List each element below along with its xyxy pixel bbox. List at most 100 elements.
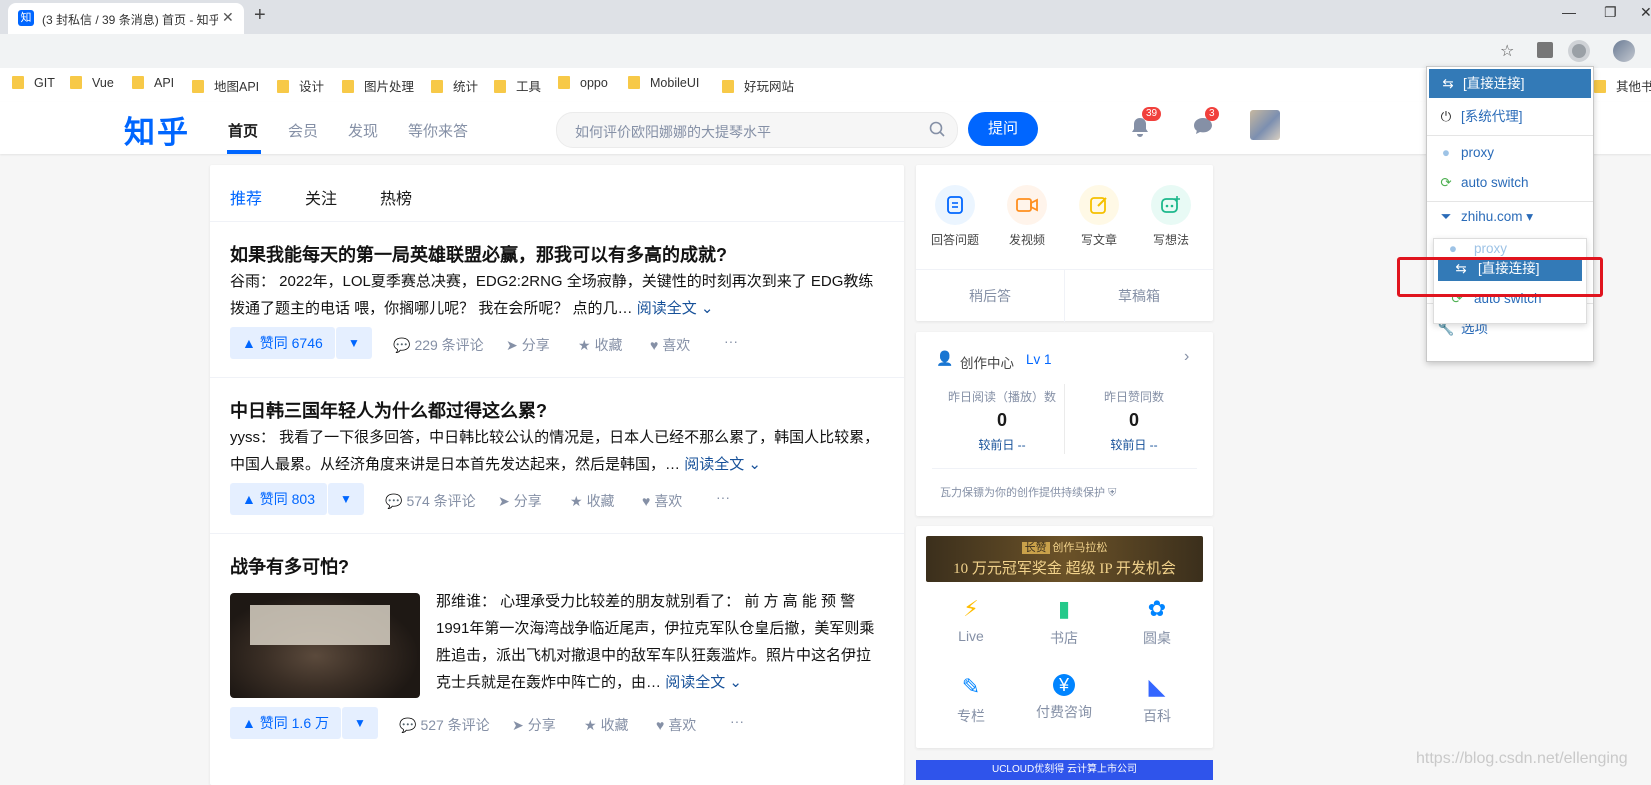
zhihu-logo[interactable]: 知乎 (124, 107, 190, 152)
close-window-icon[interactable]: ✕ (1640, 4, 1651, 21)
star-icon[interactable]: ☆ (1500, 41, 1514, 61)
read-more-link[interactable]: 阅读全文 ⌄ (684, 456, 761, 473)
paid-consult-link[interactable]: ¥ 付费咨询 (1019, 674, 1109, 722)
proxy-extension-icon[interactable] (1568, 40, 1590, 62)
more-button[interactable]: ··· (716, 489, 730, 505)
nav-discover[interactable]: 发现 (348, 120, 378, 141)
read-count-label: 昨日阅读（播放）数 (947, 390, 1056, 404)
upvote-button[interactable]: ▲ 赞同 803 (230, 483, 327, 515)
close-tab-icon[interactable]: ✕ (222, 9, 234, 26)
like-button[interactable]: ♥ 喜欢 (650, 335, 690, 355)
bookmark-oppo[interactable]: oppo (558, 76, 608, 90)
nav-waiting[interactable]: 等你来答 (408, 120, 468, 141)
bookmark-design[interactable]: 设计 (277, 76, 324, 95)
tab-hot[interactable]: 热榜 (380, 185, 412, 209)
address-bar: ☆ (0, 34, 1651, 68)
comments-button[interactable]: 💬 229 条评论 (393, 335, 484, 355)
collect-button[interactable]: ★ 收藏 (570, 491, 615, 511)
answer-later-button[interactable]: 稍后答 (916, 286, 1064, 306)
flower-icon: ✿ (1147, 596, 1167, 621)
collect-button[interactable]: ★ 收藏 (584, 715, 629, 735)
search-input[interactable]: 如何评价欧阳娜娜的大提琴水平 (556, 112, 958, 148)
creator-title: 创作中心 (960, 356, 1014, 371)
write-thought-button[interactable]: 写想法 (1136, 185, 1206, 248)
search-placeholder: 如何评价欧阳娜娜的大提琴水平 (575, 124, 771, 140)
folder-icon (494, 80, 506, 93)
answer-thumbnail-image[interactable] (230, 593, 420, 698)
menu-item-direct[interactable]: ⇆ [直接连接] (1429, 69, 1591, 98)
tab-follow[interactable]: 关注 (305, 185, 337, 209)
search-icon[interactable] (929, 121, 945, 137)
creator-center-card[interactable]: 👤 创作中心 Lv 1 › 昨日阅读（播放）数 0 较前日 -- 昨日赞同数 0… (916, 332, 1213, 516)
comments-button[interactable]: 💬 574 条评论 (385, 491, 476, 511)
like-button[interactable]: ♥ 喜欢 (642, 491, 682, 511)
minimize-icon[interactable]: — (1562, 4, 1576, 20)
bookmark-api[interactable]: API (132, 76, 174, 90)
menu-item-system-proxy[interactable]: ⏻ [系统代理] (1427, 101, 1593, 133)
new-tab-button[interactable]: + (254, 4, 266, 27)
answer-icon (935, 185, 975, 225)
answer-excerpt[interactable]: 那维谁： 心理承受力比较差的朋友就别看了： 前 方 高 能 预 警 1991年第… (436, 588, 882, 696)
bookmark-fun[interactable]: 好玩网站 (722, 76, 794, 95)
refresh-icon: ⟳ (1440, 175, 1452, 190)
user-avatar[interactable] (1250, 110, 1280, 140)
column-link[interactable]: ✎ 专栏 (926, 674, 1016, 726)
question-title[interactable]: 战争有多可怕? (230, 553, 349, 579)
folder-icon (722, 80, 734, 93)
nav-vip[interactable]: 会员 (288, 120, 318, 141)
upvote-button[interactable]: ▲ 赞同 1.6 万 (230, 707, 341, 739)
bookmark-tools[interactable]: 工具 (494, 76, 541, 95)
read-more-link[interactable]: 阅读全文 ⌄ (637, 300, 714, 317)
like-button[interactable]: ♥ 喜欢 (656, 715, 696, 735)
read-more-link[interactable]: 阅读全文 ⌄ (665, 674, 742, 691)
upvote-button[interactable]: ▲ 赞同 6746 (230, 327, 335, 359)
menu-item-auto-switch[interactable]: ⟳ auto switch (1427, 167, 1593, 199)
bookstore-link[interactable]: ▮ 书店 (1019, 596, 1109, 648)
ucloud-ad-banner[interactable]: UCLOUD优刻得 云计算上市公司 (916, 760, 1213, 780)
folder-icon (431, 80, 443, 93)
bookmark-others[interactable]: 其他书签 (1594, 76, 1651, 95)
share-button[interactable]: ➤ 分享 (498, 491, 542, 511)
answer-excerpt[interactable]: 谷雨： 2022年，LOL夏季赛总决赛，EDG2:2RNG 全场寂静，关键性的时… (230, 268, 880, 322)
question-title[interactable]: 如果我能每天的第一局英雄联盟必赢，那我可以有多高的成就? (230, 241, 727, 267)
answer-excerpt[interactable]: yyss： 我看了一下很多回答，中日韩比较公认的情况是，日本人已经不那么累了，韩… (230, 424, 880, 478)
more-button[interactable]: ··· (724, 333, 738, 349)
share-button[interactable]: ➤ 分享 (506, 335, 550, 355)
question-title[interactable]: 中日韩三国年轻人为什么都过得这么累? (230, 397, 547, 423)
live-link[interactable]: ⚡ Live (926, 596, 1016, 644)
write-article-button[interactable]: 写文章 (1064, 185, 1134, 248)
downvote-button[interactable]: ▼ (342, 707, 378, 739)
post-video-button[interactable]: 发视频 (992, 185, 1062, 248)
bookmark-mobileui[interactable]: MobileUI (628, 76, 699, 90)
profile-avatar-icon[interactable] (1613, 40, 1635, 62)
pdf-extension-icon[interactable] (1537, 42, 1553, 58)
menu-item-proxy[interactable]: ● proxy (1427, 137, 1593, 169)
tab-recommend[interactable]: 推荐 (230, 185, 262, 209)
bookmark-map-api[interactable]: 地图API (192, 76, 259, 95)
drafts-button[interactable]: 草稿箱 (1065, 286, 1213, 306)
bookmark-git[interactable]: GIT (12, 76, 55, 90)
restore-icon[interactable]: ❐ (1604, 4, 1617, 21)
answer-question-button[interactable]: 回答问题 (920, 185, 990, 248)
more-button[interactable]: ··· (730, 713, 744, 729)
downvote-button[interactable]: ▼ (336, 327, 372, 359)
roundtable-link[interactable]: ✿ 圆桌 (1112, 596, 1202, 648)
nav-home[interactable]: 首页 (228, 120, 258, 141)
globe-icon: ● (1441, 145, 1451, 160)
bookmark-stats[interactable]: 统计 (431, 76, 478, 95)
menu-item-zhihu-domain[interactable]: ⏷ zhihu.com ▾ (1427, 201, 1593, 233)
bookmark-vue[interactable]: Vue (70, 76, 114, 90)
chevron-right-icon[interactable]: › (1184, 348, 1189, 366)
creation-marathon-banner[interactable]: 长赞 创作马拉松 10 万元冠军奖金 超级 IP 开发机会 (926, 536, 1203, 582)
divider (210, 377, 904, 378)
comments-button[interactable]: 💬 527 条评论 (399, 715, 490, 735)
bookmark-image[interactable]: 图片处理 (342, 76, 414, 95)
browser-tab[interactable]: 知 (3 封私信 / 39 条消息) 首页 - 知乎 ✕ (8, 3, 244, 34)
share-button[interactable]: ➤ 分享 (512, 715, 556, 735)
heart-icon: ♥ (650, 337, 659, 353)
lightning-icon: ⚡ (963, 596, 979, 621)
downvote-button[interactable]: ▼ (328, 483, 364, 515)
wiki-link[interactable]: ◣ 百科 (1112, 674, 1202, 726)
ask-button[interactable]: 提问 (968, 112, 1038, 146)
collect-button[interactable]: ★ 收藏 (578, 335, 623, 355)
